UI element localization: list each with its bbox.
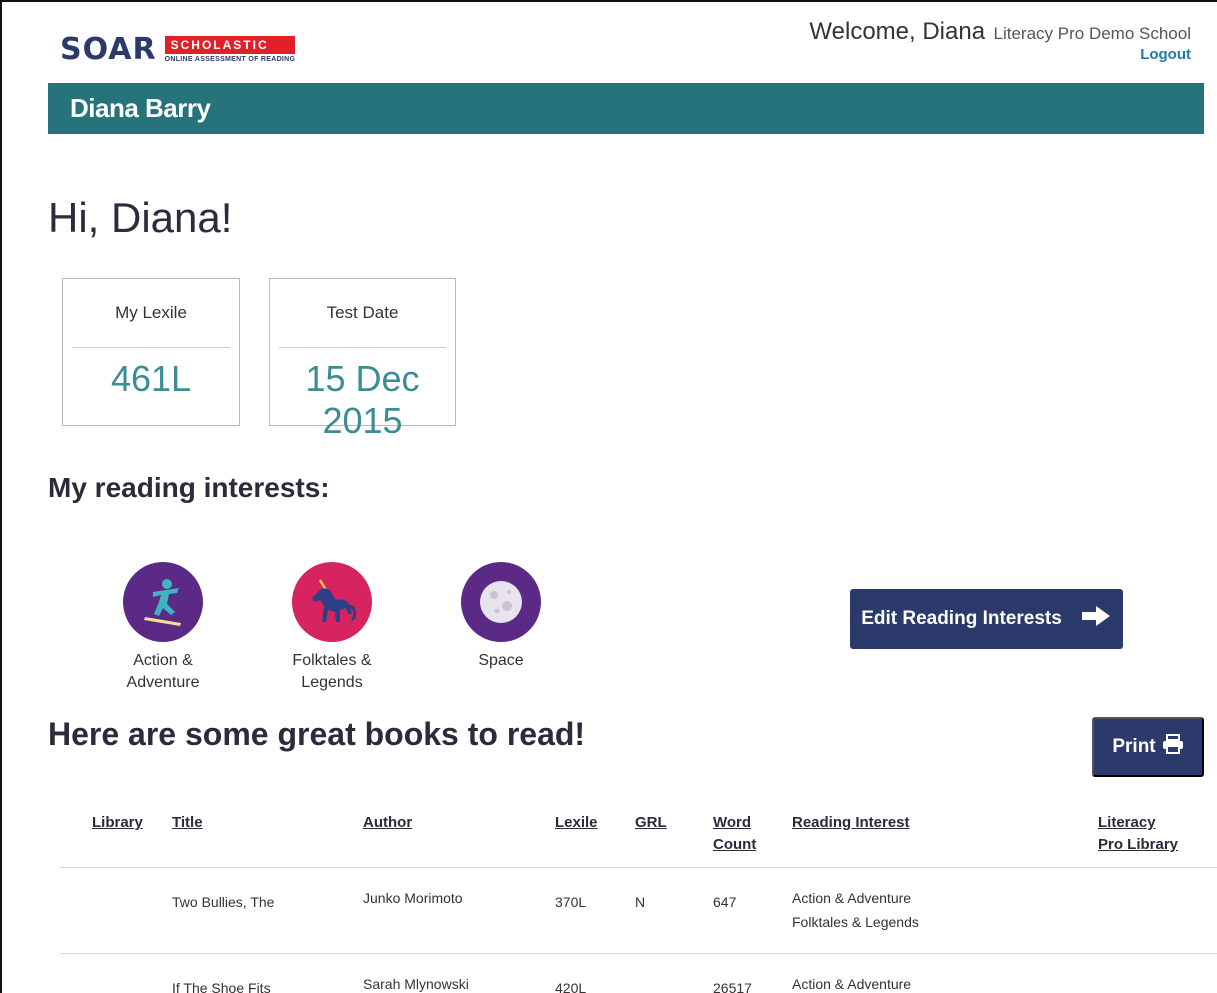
interest-label-line: Space [478,652,524,669]
moon-icon [461,562,541,642]
greeting-heading: Hi, Diana! [48,194,233,241]
reading-interests-heading: My reading interests: [48,472,330,503]
column-header-library[interactable]: Library [92,812,143,834]
column-header-word-count[interactable]: Word Count [713,812,756,856]
card-divider [279,347,446,348]
interest-action-adventure: Action & Adventure [93,562,233,694]
unicorn-icon [292,562,372,642]
interest-label-line: Legends [301,674,363,691]
column-header-lexile[interactable]: Lexile [555,812,598,834]
arrow-right-icon [1080,604,1112,634]
column-header-grl[interactable]: GRL [635,812,667,834]
snowboarder-icon [123,562,203,642]
cell-author: Junko Morimoto [363,890,463,906]
column-header-text: Literacy [1098,814,1156,831]
printer-icon [1162,734,1184,760]
column-header-text: Pro Library [1098,836,1179,853]
logout-link[interactable]: Logout [809,46,1191,63]
interest-tag: Action & Adventure [792,890,912,906]
print-label: Print [1112,736,1156,757]
column-header-title[interactable]: Title [172,812,203,834]
cell-title[interactable]: Two Bullies, The [172,890,274,914]
cell-reading-interest: Action & Adventure Folktales & Legends [792,886,919,934]
scholastic-brand: SCHOLASTIC ONLINE ASSESSMENT OF READING [164,36,296,63]
table-divider [60,953,1217,954]
test-date-card: Test Date 15 Dec 2015 [269,278,456,441]
student-banner: Diana Barry [48,83,1204,134]
cell-word-count: 26517 [713,980,752,993]
interest-label: Space [431,650,571,672]
welcome-text: Welcome, Diana [809,18,986,45]
cell-lexile: 370L [555,894,587,910]
interest-folktales-legends: Folktales & Legends [262,562,402,694]
books-heading: Here are some great books to read! [48,716,586,752]
interest-tag: Folktales & Legends [792,914,919,930]
test-date-value: 15 Dec 2015 [305,358,420,441]
print-button[interactable]: Print [1092,717,1204,777]
welcome-area: Welcome, Diana Literacy Pro Demo School … [809,18,1191,63]
lexile-label: My Lexile [115,303,187,322]
cell-grl: N [635,894,646,910]
school-name: Literacy Pro Demo School [993,24,1191,43]
scholastic-label: SCHOLASTIC [164,36,296,54]
interest-label-line: Adventure [126,674,200,691]
cell-word-count: 647 [713,894,737,910]
soar-logo[interactable]: SOAR SCHOLASTIC ONLINE ASSESSMENT OF REA… [60,32,296,67]
edit-reading-interests-button[interactable]: Edit Reading Interests [850,589,1123,649]
column-header-text: Word [713,814,752,831]
cell-reading-interest: Action & Adventure [792,972,911,993]
cell-author: Sarah Mlynowski [363,976,469,992]
student-name: Diana Barry [70,93,211,123]
interest-tag: Action & Adventure [792,976,912,992]
cell-lexile: 420L [555,980,587,993]
interest-label: Action & Adventure [93,650,233,694]
interest-label: Folktales & Legends [262,650,402,694]
cell-title[interactable]: If The Shoe Fits [172,976,271,993]
column-header-reading-interest[interactable]: Reading Interest [792,812,910,834]
interest-label-line: Action & [133,652,193,669]
card-divider [72,347,230,348]
interest-label-line: Folktales & [292,652,372,669]
column-header-text: Count [713,836,757,853]
logo-tagline: ONLINE ASSESSMENT OF READING [164,56,296,63]
column-header-literacy-pro-library[interactable]: Literacy Pro Library [1098,812,1178,856]
welcome-line: Welcome, Diana Literacy Pro Demo School [809,18,1191,46]
table-divider [60,867,1217,868]
test-date-label: Test Date [326,303,399,322]
column-header-author[interactable]: Author [363,812,412,834]
edit-reading-interests-label: Edit Reading Interests [861,608,1062,629]
soar-wordmark: SOAR [60,32,157,67]
lexile-card: My Lexile 461L [62,278,240,426]
interest-space: Space [431,562,571,672]
lexile-value: 461L [110,358,192,399]
